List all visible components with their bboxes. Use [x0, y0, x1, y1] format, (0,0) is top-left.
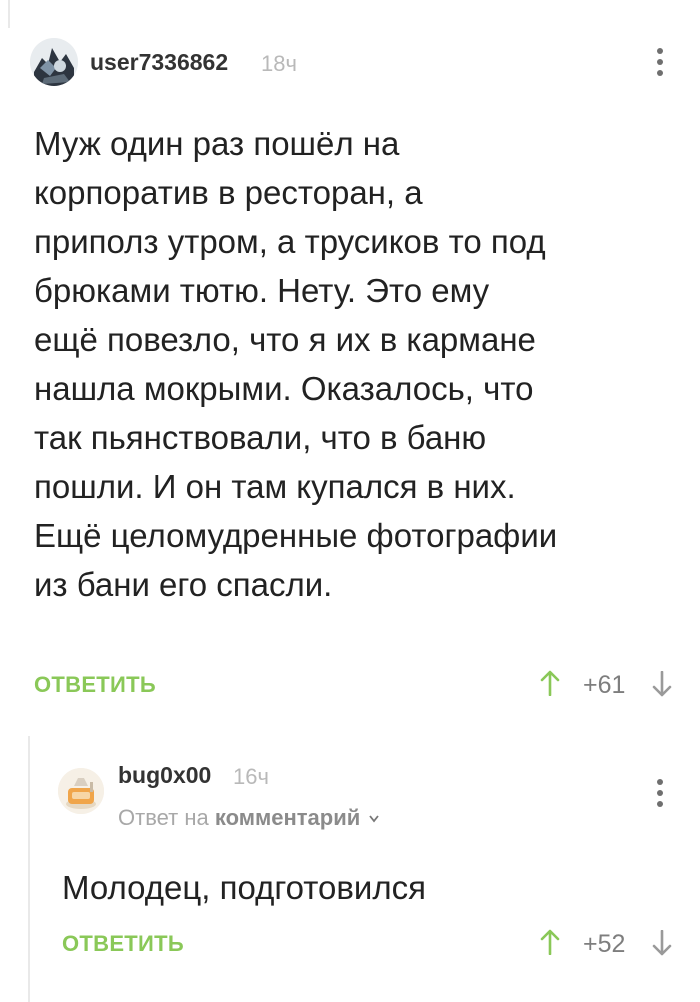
upvote-arrow-icon[interactable] [540, 670, 560, 701]
comment-username[interactable]: user7336862 [90, 49, 228, 76]
downvote-arrow-icon[interactable] [652, 929, 672, 961]
reply-rating: +52 [583, 930, 626, 958]
reply-to-comment-link[interactable]: комментарий [215, 805, 360, 830]
comment-text-line: брюками тютю. Нету. Это ему [34, 272, 490, 309]
reply-button[interactable]: ОТВЕТИТЬ [62, 931, 184, 957]
comment-text-line: так пьянствовали, что в баню [34, 419, 487, 456]
user-avatar-icon[interactable] [30, 38, 78, 86]
reply-to-prefix: Ответ на [118, 805, 209, 830]
comment-text-line: пошли. И он там купался в них. [34, 468, 516, 505]
reply-more-icon[interactable] [655, 779, 665, 809]
comment-more-icon[interactable] [655, 48, 665, 78]
comment-text: Муж один раз пошёл на корпоратив в ресто… [34, 119, 674, 609]
comment-text-line: Ещё целомудренные фотографии [34, 517, 558, 554]
reply-text: Молодец, подготовился [62, 869, 426, 906]
comment-text-line: ещё повезло, что я их в кармане [34, 321, 536, 358]
reply-thread-line [28, 736, 30, 1002]
downvote-arrow-icon[interactable] [652, 670, 672, 702]
comment-text-line: корпоратив в ресторан, а [34, 174, 423, 211]
chevron-down-icon[interactable] [368, 814, 380, 824]
comment-text-line: нашла мокрыми. Оказалось, что [34, 370, 534, 407]
comment-rating: +61 [583, 671, 626, 699]
reply-to-info: Ответ на комментарий [118, 805, 380, 831]
comment-text-line: приполз утром, а трусиков то под [34, 223, 546, 260]
user-avatar-icon[interactable] [58, 768, 104, 814]
comment-text-line: Муж один раз пошёл на [34, 125, 400, 162]
upvote-arrow-icon[interactable] [540, 929, 560, 960]
thread-line [8, 0, 10, 28]
reply-time: 16ч [233, 764, 269, 789]
comment-time: 18ч [261, 51, 297, 76]
reply-username[interactable]: bug0x00 [118, 762, 211, 789]
reply-button[interactable]: ОТВЕТИТЬ [34, 672, 156, 698]
comment-text-line: из бани его спасли. [34, 566, 333, 603]
